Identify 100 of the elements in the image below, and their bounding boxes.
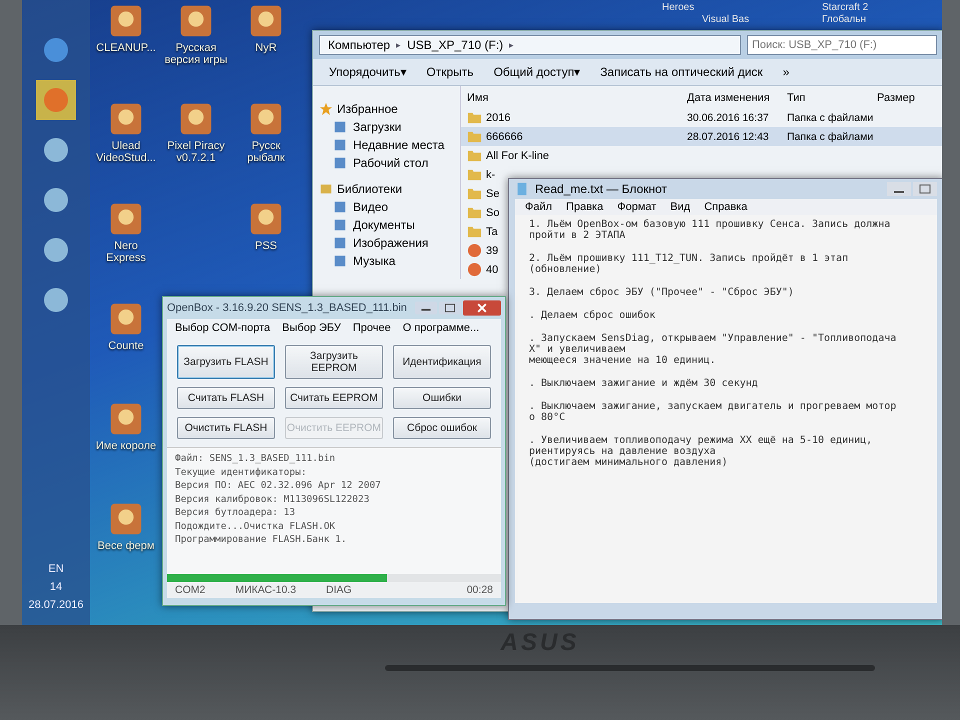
file-row[interactable]: 666666 28.07.2016 12:43 Папка с файлами	[461, 127, 942, 146]
folder-icon	[467, 110, 482, 125]
nav-item[interactable]: Загрузки	[353, 120, 402, 134]
toolbar-button[interactable]: Записать на оптический диск	[592, 62, 771, 82]
column-header[interactable]: Дата изменения	[687, 92, 787, 104]
menu-item[interactable]: Вид	[670, 201, 690, 213]
file-row[interactable]: 2016 30.06.2016 16:37 Папка с файлами	[461, 108, 942, 127]
desktop-icon-label[interactable]: Ulead VideoStud...	[94, 140, 158, 164]
toolbar-button[interactable]: Общий доступ▾	[486, 62, 588, 82]
file-name[interactable]: Se	[486, 188, 500, 200]
menu-item[interactable]: Файл	[525, 201, 552, 213]
log-line: Версия бутлоадера: 13	[175, 506, 296, 520]
text-paragraph: . Увеличиваем топливоподачу режима ХХ ещё на 5-10 единиц, риентируясь на давление воздуха (достигаем минимального давления)	[529, 435, 874, 468]
search-field[interactable]: Поиск: USB_XP_710 (F:)	[747, 35, 937, 55]
nav-item[interactable]: Изображения	[353, 236, 428, 250]
nav-item[interactable]: Недавние места	[353, 138, 444, 152]
desktop-icon-label[interactable]: Русск рыбалк	[234, 140, 298, 164]
breadcrumb-separator[interactable]: ▸	[396, 40, 402, 50]
action-button[interactable]: Ошибки	[393, 387, 491, 409]
nav-item[interactable]: Музыка	[353, 254, 396, 268]
menu-item[interactable]: Правка	[566, 201, 604, 213]
clock-date[interactable]: 28.07.2016	[28, 599, 84, 611]
file-name[interactable]: 40	[486, 264, 498, 276]
file-name[interactable]: k-	[486, 168, 496, 180]
file-name[interactable]: 39	[486, 244, 498, 256]
menu-item[interactable]: Справка	[704, 201, 748, 213]
log-line: Программирование FLASH.Банк 1.	[175, 533, 348, 546]
log-line: Файл: SENS_1.3_BASED_111.bin	[175, 452, 336, 466]
status-text: COM2	[175, 584, 206, 596]
text-paragraph: 3. Делаем сброс ЭБУ ("Прочее" - "Сброс ЭБУ")	[529, 287, 795, 298]
address-bar[interactable]: Компьютер ▸ USB_XP_710 (F:) ▸	[319, 35, 741, 55]
desktop-icon-label[interactable]: CLEANUP...	[96, 42, 156, 54]
breadcrumb[interactable]: Компьютер	[328, 38, 390, 52]
menu-item[interactable]: Выбор COM-порта	[175, 322, 270, 334]
star-icon	[319, 102, 333, 116]
nav-item[interactable]: Документы	[353, 218, 415, 232]
file-name[interactable]: All For K-line	[486, 150, 549, 162]
clock-time[interactable]: 14	[50, 581, 62, 593]
nav-group[interactable]: Библиотеки	[337, 182, 402, 196]
window-title: Read_me.txt — Блокнот	[535, 182, 668, 196]
log-line: Версия калибровок: M113096SL122023	[175, 492, 370, 506]
location-icon	[333, 218, 347, 232]
column-header[interactable]: Размер	[877, 92, 937, 104]
status-text: DIAG	[326, 584, 352, 596]
breadcrumb[interactable]: USB_XP_710 (F:)	[407, 38, 504, 52]
desktop-icon-label: Глобальн	[822, 14, 866, 25]
log-line: Текущие идентификаторы:	[175, 466, 308, 479]
column-header[interactable]: Тип	[787, 92, 877, 104]
window-title: OpenBox - 3.16.9.20 SENS_1.3_BASED_111.bin	[167, 302, 408, 314]
nav-item[interactable]: Видео	[353, 200, 388, 214]
action-button[interactable]: Считать FLASH	[177, 387, 275, 409]
desktop-icon-label[interactable]: PSS	[254, 240, 277, 252]
toolbar-button[interactable]: Открыть	[418, 62, 482, 82]
action-button[interactable]: Идентификация	[393, 345, 491, 379]
menu-item[interactable]: Выбор ЭБУ	[282, 322, 341, 334]
action-button[interactable]: Очистить FLASH	[177, 417, 275, 439]
language-indicator[interactable]: EN	[48, 563, 64, 575]
desktop-icon-label[interactable]: Nero Express	[94, 240, 158, 264]
maximize-icon[interactable]	[913, 182, 937, 196]
breadcrumb-separator[interactable]: ▸	[509, 40, 514, 50]
notepad-icon	[515, 182, 529, 196]
nav-group[interactable]: Избранное	[337, 102, 398, 116]
library-icon	[319, 182, 333, 196]
nav-item[interactable]: Рабочий стол	[353, 156, 428, 170]
maximize-icon[interactable]	[439, 301, 461, 315]
column-header[interactable]: Имя	[467, 92, 687, 104]
menu-item[interactable]: О программе...	[402, 322, 480, 334]
desktop-icon-label[interactable]: Pixel Piracy v0.7.2.1	[164, 140, 228, 164]
action-button[interactable]: Загрузить FLASH	[177, 345, 275, 379]
log-line: Версия ПО: AEC 02.32.096 Apr 12 2007	[175, 479, 382, 492]
location-icon	[333, 254, 347, 268]
desktop-icon-label: Heroes	[662, 2, 694, 13]
desktop-icon-label[interactable]: NyR	[255, 42, 277, 54]
file-name[interactable]: Ta	[486, 226, 498, 238]
log-line: Подождите...Очистка FLASH.OK	[175, 520, 336, 533]
text-paragraph: 2. Льём прошивку 111_T12_TUN. Запись пройдёт в 1 этап (обновление)	[529, 253, 850, 275]
action-button[interactable]: Считать EEPROM	[285, 387, 383, 409]
folder-icon	[467, 205, 482, 220]
menu-item[interactable]: Формат	[617, 201, 656, 213]
toolbar-button[interactable]: »	[774, 62, 798, 82]
action-button[interactable]: Загрузить EEPROM	[285, 345, 383, 379]
location-icon	[333, 236, 347, 250]
desktop-icon-label[interactable]: Counte	[108, 340, 144, 352]
app-icon	[467, 262, 482, 277]
minimize-icon[interactable]	[887, 182, 911, 196]
text-paragraph: . Делаем сброс ошибок	[529, 310, 656, 321]
desktop-icon-label[interactable]: Весе ферм	[98, 540, 154, 552]
toolbar-button[interactable]: Упорядочить▾	[321, 62, 414, 82]
file-name[interactable]: So	[486, 206, 500, 218]
folder-icon	[467, 129, 482, 144]
close-icon[interactable]	[463, 300, 501, 316]
minimize-icon[interactable]	[415, 301, 437, 315]
text-paragraph: . Выключаем зажигание и ждём 30 секунд	[529, 378, 759, 389]
text-paragraph: . Запускаем SensDiag, открываем "Управление" - "Топливоподача X" и увеличиваем меющееся значение на 10 единиц.	[529, 333, 898, 366]
menu-item[interactable]: Прочее	[352, 322, 391, 334]
folder-icon	[467, 167, 482, 182]
action-button[interactable]: Сброс ошибок	[393, 417, 491, 439]
desktop-icon-label[interactable]: Русская версия игры	[164, 42, 228, 66]
status-text: 00:28	[466, 584, 493, 596]
desktop-icon-label[interactable]: Име короле	[96, 440, 156, 452]
